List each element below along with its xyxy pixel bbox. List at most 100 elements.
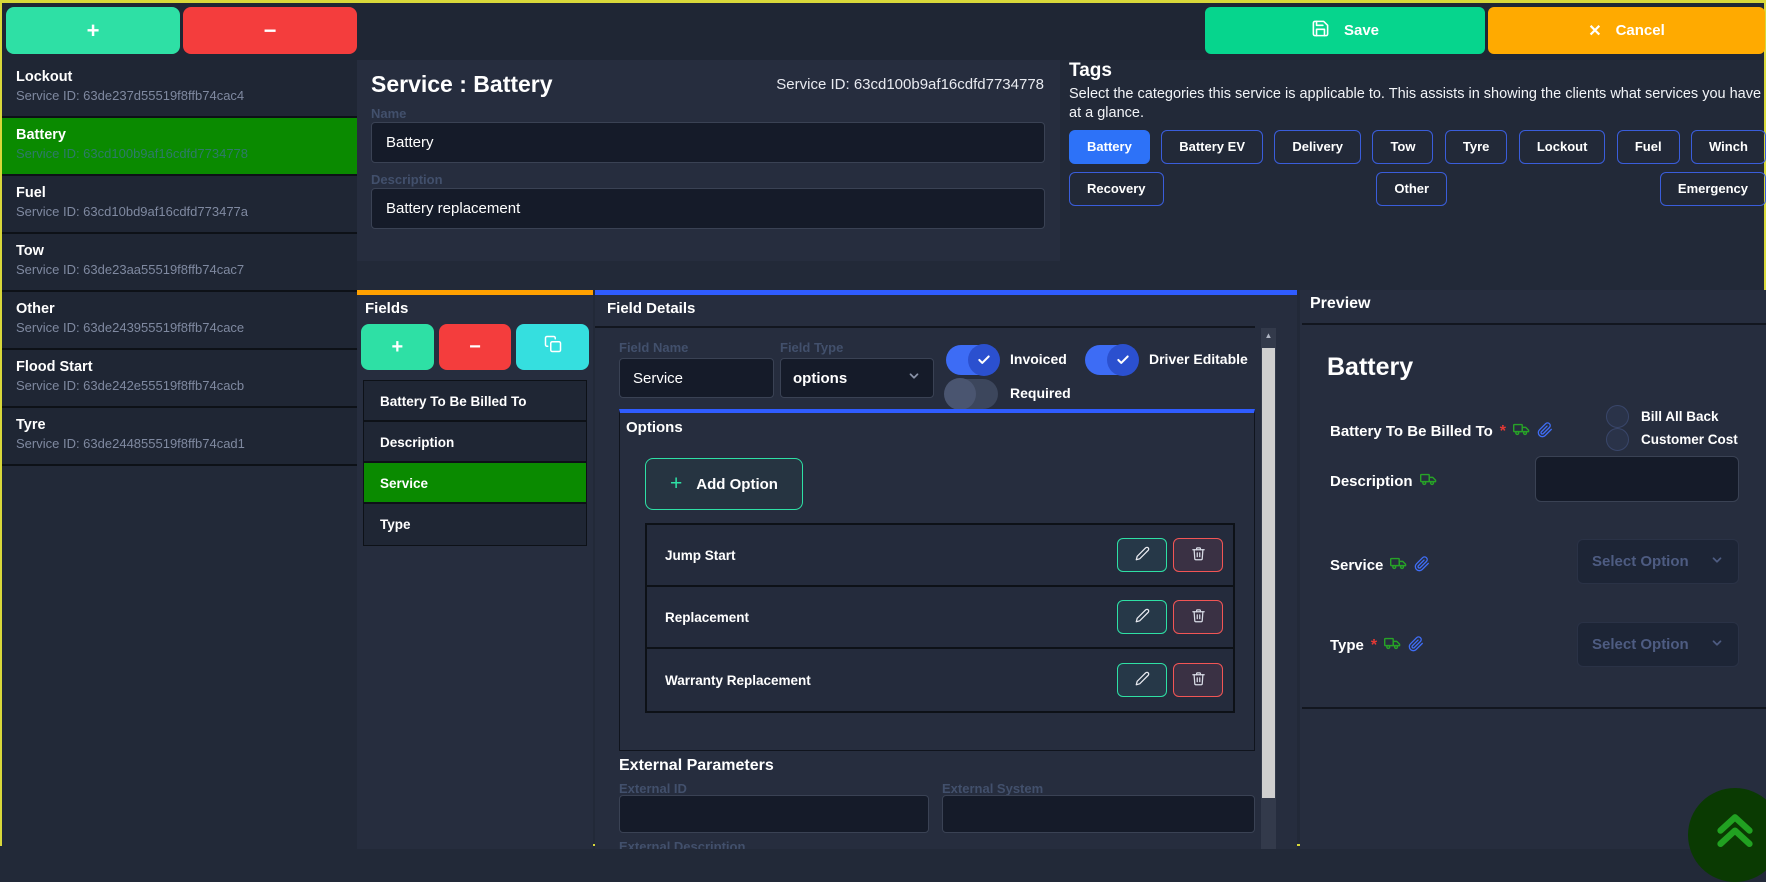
delete-option-button[interactable] [1173,600,1223,634]
option-row: Replacement [647,587,1233,649]
delete-option-button[interactable] [1173,663,1223,697]
tag-chip[interactable]: Battery EV [1161,130,1263,164]
chevron-down-icon [1710,636,1724,654]
option-label: Jump Start [665,547,736,563]
preview-field-text: Type [1330,637,1364,654]
service-list-item[interactable]: Battery Service ID: 63cd100b9af16cdfd773… [2,118,357,176]
preview-field-text: Battery To Be Billed To [1330,423,1493,440]
required-asterisk: * [1499,422,1507,440]
service-id: Service ID: 63de23aa55519f8ffb74cac7 [16,262,245,277]
customer-cost-radio[interactable] [1606,428,1629,451]
toggle-knob [1107,344,1139,376]
double-chevron-up-icon [1706,804,1764,867]
remove-field-button[interactable]: − [438,324,512,370]
scrollbar[interactable]: ▲ [1261,328,1276,849]
bill-all-back-radio[interactable] [1606,405,1629,428]
select-placeholder: Select Option [1592,636,1689,653]
service-name: Fuel [16,185,46,201]
preview-service-select[interactable]: Select Option [1577,539,1739,584]
plus-icon: + [670,472,683,495]
page-title: Service : Battery [371,71,553,97]
tag-chip[interactable]: Winch [1691,130,1766,164]
service-description-input[interactable] [371,188,1045,229]
service-name: Lockout [16,69,73,85]
tag-chip[interactable]: Battery [1069,130,1150,164]
pencil-icon [1135,608,1150,626]
tag-chip[interactable]: Fuel [1616,130,1680,164]
options-section: Options + Add Option Jump Start Replacem… [619,409,1255,751]
service-id: Service ID: 63de237d55519f8ffb74cac4 [16,88,245,103]
field-type-select[interactable]: options [780,358,934,398]
tag-chip-list: Battery Battery EV Delivery Tow Tyre Loc… [1069,130,1766,206]
bill-all-back-label: Bill All Back [1641,409,1719,424]
preview-type-select[interactable]: Select Option [1577,622,1739,667]
preview-description-input[interactable] [1535,456,1739,502]
service-id: Service ID: 63de242e55519f8ffb74cacb [16,378,245,393]
tag-chip[interactable]: Tow [1372,130,1434,164]
service-id: Service ID: 63cd100b9af16cdfd7734778 [16,146,249,161]
field-type-value: options [793,369,848,387]
scrollbar-thumb[interactable] [1262,348,1275,798]
tag-chip[interactable]: Delivery [1274,130,1362,164]
truck-icon [1419,471,1437,492]
add-field-button[interactable]: + [361,324,434,370]
select-placeholder: Select Option [1592,553,1689,570]
option-label: Replacement [665,609,750,625]
add-service-button[interactable]: + [6,7,180,54]
fields-panel: Fields + − Battery To Be Billed To Descr… [357,290,593,849]
paperclip-icon [1414,555,1430,576]
field-list-item[interactable]: Service [364,463,586,504]
required-toggle[interactable] [944,378,998,410]
add-option-button[interactable]: + Add Option [645,458,803,510]
tag-chip[interactable]: Tyre [1444,130,1508,164]
tag-chip[interactable]: Other [1376,172,1448,206]
truck-icon [1390,555,1407,576]
scrollbar-up-arrow-icon[interactable]: ▲ [1261,328,1276,344]
remove-service-button[interactable]: − [183,7,357,54]
field-list-item[interactable]: Type [364,504,586,545]
service-list-item[interactable]: Tow Service ID: 63de23aa55519f8ffb74cac7 [2,234,357,292]
service-list-item[interactable]: Flood Start Service ID: 63de242e55519f8f… [2,350,357,408]
driver-editable-toggle[interactable] [1085,344,1139,376]
edit-option-button[interactable] [1117,538,1167,572]
field-list-item[interactable]: Battery To Be Billed To [364,381,586,422]
service-list-item[interactable]: Fuel Service ID: 63cd10bd9af16cdfd773477… [2,176,357,234]
external-id-input[interactable] [619,795,929,833]
external-description-label: External Description [619,839,746,849]
service-name-input[interactable] [371,122,1045,163]
field-details-title: Field Details [607,300,696,317]
tag-chip[interactable]: Emergency [1659,172,1766,206]
tag-chip[interactable]: Lockout [1518,130,1606,164]
service-name: Other [16,301,55,317]
save-button-label: Save [1343,22,1380,39]
trash-icon [1191,671,1206,689]
service-list-item[interactable]: Other Service ID: 63de243955519f8ffb74ca… [2,292,357,350]
tag-chip[interactable]: Recovery [1069,172,1164,206]
invoiced-label: Invoiced [1010,351,1067,367]
external-parameters-title: External Parameters [619,757,774,774]
save-button[interactable]: Save [1205,7,1485,54]
field-list-item[interactable]: Description [364,422,586,463]
service-list-item[interactable]: Tyre Service ID: 63de244855519f8ffb74cad… [2,408,357,466]
field-name-input[interactable] [619,358,774,398]
add-option-label: Add Option [696,475,778,493]
external-system-input[interactable] [942,795,1255,833]
preview-field-label: Battery To Be Billed To * [1330,421,1553,442]
cancel-button[interactable]: ✕ Cancel [1488,7,1765,54]
option-list: Jump Start Replacement Warranty Replacem… [645,523,1235,713]
field-details-panel: Field Details Field Name Field Type opti… [595,290,1297,849]
edit-option-button[interactable] [1117,663,1167,697]
edit-option-button[interactable] [1117,600,1167,634]
invoiced-toggle[interactable] [946,344,1000,376]
service-list-item[interactable]: Lockout Service ID: 63de237d55519f8ffb74… [2,60,357,118]
service-name: Battery [16,127,66,143]
field-list: Battery To Be Billed To Description Serv… [363,380,587,546]
copy-field-button[interactable] [516,324,590,370]
divider [595,326,1255,328]
service-name: Tow [16,243,44,259]
external-id-label: External ID [619,781,687,796]
delete-option-button[interactable] [1173,538,1223,572]
truck-icon [1384,635,1401,656]
tags-title: Tags [1069,60,1112,81]
scroll-to-top-button[interactable] [1688,788,1766,882]
